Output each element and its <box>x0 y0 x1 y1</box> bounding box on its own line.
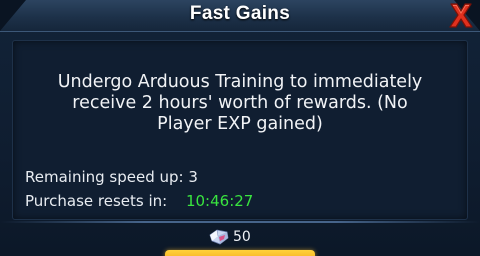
divider <box>0 221 480 223</box>
purchase-resets-timer: 10:46:27 <box>185 192 254 210</box>
purchase-resets-row: Purchase resets in: 10:46:27 <box>25 192 253 210</box>
description-text: Undergo Arduous Training to immediately … <box>57 72 423 134</box>
confirm-button[interactable] <box>165 250 315 256</box>
dialog-header: Fast Gains <box>0 0 480 32</box>
purchase-resets-label: Purchase resets in: <box>25 192 168 210</box>
gem-icon <box>209 229 229 245</box>
close-button[interactable] <box>446 0 476 30</box>
fast-gains-dialog: Fast Gains Undergo Arduous Training to i… <box>0 0 480 256</box>
remaining-speed-up-value: 3 <box>188 168 198 186</box>
dialog-title: Fast Gains <box>189 3 291 24</box>
cost-value: 50 <box>233 229 251 245</box>
remaining-speed-up-label: Remaining speed up: <box>25 168 184 186</box>
cost-display: 50 <box>208 227 251 247</box>
close-x-icon <box>449 3 473 28</box>
remaining-speed-up-row: Remaining speed up: 3 <box>25 168 198 186</box>
